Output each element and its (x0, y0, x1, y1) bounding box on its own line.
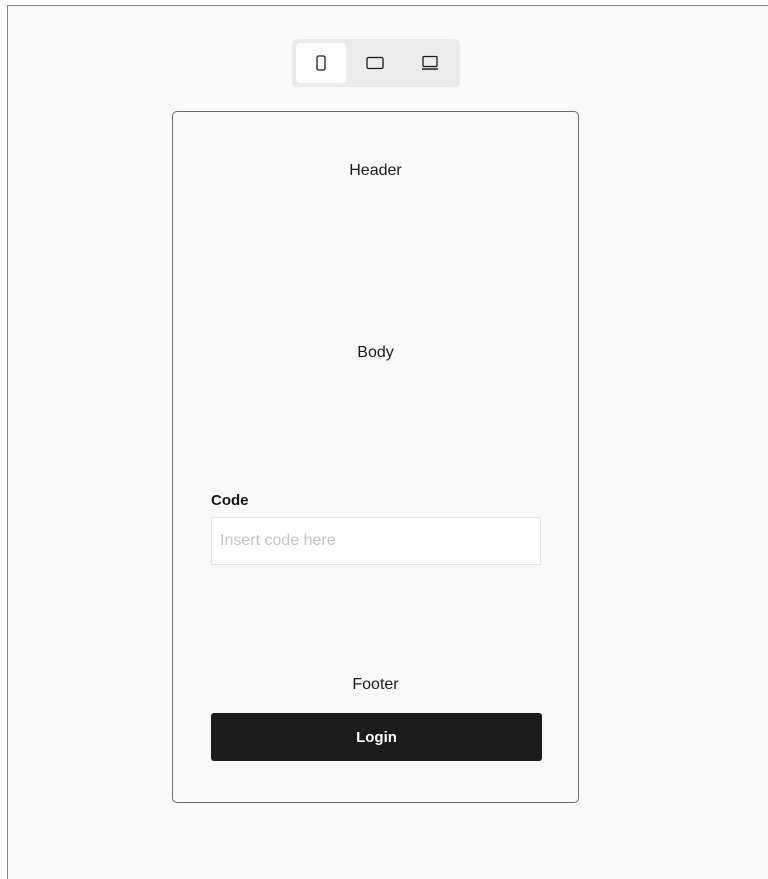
footer-section-label: Footer (352, 676, 399, 693)
header-section-label: Header (349, 162, 402, 179)
device-switcher (292, 39, 460, 87)
body-section-label: Body (357, 344, 394, 361)
laptop-view-button[interactable] (405, 43, 455, 83)
preview-canvas: Header Body Code Footer Login (7, 5, 768, 879)
tablet-icon (366, 56, 384, 70)
code-input[interactable] (211, 517, 541, 565)
mobile-preview-frame: Header Body Code Footer Login (172, 111, 579, 803)
code-field-label: Code (211, 492, 249, 509)
mobile-view-button[interactable] (296, 43, 346, 83)
login-button[interactable]: Login (211, 713, 542, 761)
laptop-icon (421, 55, 439, 71)
tablet-view-button[interactable] (350, 43, 400, 83)
mobile-icon (316, 55, 326, 71)
